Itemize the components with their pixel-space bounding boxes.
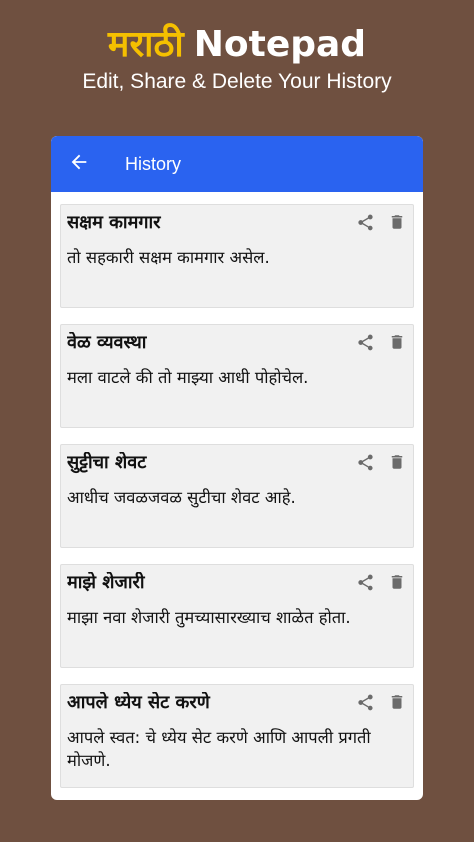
history-card-body: आपले स्वत: चे ध्येय सेट करणे आणि आपली प्… [67, 728, 371, 770]
card-actions [355, 572, 407, 592]
share-button[interactable] [355, 452, 375, 472]
delete-button[interactable] [387, 332, 407, 352]
history-card-body: माझा नवा शेजारी तुमच्यासारख्याच शाळेत हो… [67, 608, 351, 627]
share-icon [356, 453, 375, 472]
delete-button[interactable] [387, 452, 407, 472]
trash-icon [388, 333, 406, 351]
trash-icon [388, 213, 406, 231]
share-button[interactable] [355, 572, 375, 592]
trash-icon [388, 453, 406, 471]
history-card-body: मला वाटले की तो माझ्या आधी पोहोचेल. [67, 368, 309, 387]
trash-icon [388, 573, 406, 591]
back-button[interactable] [53, 136, 105, 192]
delete-button[interactable] [387, 572, 407, 592]
share-button[interactable] [355, 212, 375, 232]
delete-button[interactable] [387, 692, 407, 712]
history-list: सक्षम कामगार तो सहकारी सक्षम कामगार असेल… [60, 204, 414, 800]
history-card[interactable]: माझे शेजारी माझा नवा शेजारी तुमच्यासारख्… [60, 564, 414, 668]
history-card[interactable]: सक्षम कामगार तो सहकारी सक्षम कामगार असेल… [60, 204, 414, 308]
app-bar-title: History [125, 153, 182, 174]
arrow-left-icon [68, 151, 90, 178]
share-icon [356, 333, 375, 352]
history-card-body: तो सहकारी सक्षम कामगार असेल. [67, 248, 270, 267]
delete-button[interactable] [387, 212, 407, 232]
history-card-body: आधीच जवळजवळ सुटीचा शेवट आहे. [67, 488, 296, 507]
promo-subtitle: Edit, Share & Delete Your History [82, 70, 392, 93]
history-card[interactable]: आपले ध्येय सेट करणे आपले स्वत: चे ध्येय … [60, 684, 414, 788]
share-button[interactable] [355, 332, 375, 352]
promo-title-english: Notepad [193, 24, 367, 65]
card-actions [355, 212, 407, 232]
share-icon [356, 213, 375, 232]
history-card[interactable]: वेळ व्यवस्था मला वाटले की तो माझ्या आधी … [60, 324, 414, 428]
promo-title-marathi: मराठी [107, 24, 184, 65]
card-actions [355, 692, 407, 712]
phone-screen: History सक्षम कामगार तो सहकारी सक्षम काम… [51, 136, 423, 800]
share-icon [356, 693, 375, 712]
trash-icon [388, 693, 406, 711]
promo-title: मराठी Notepad [0, 18, 474, 67]
share-button[interactable] [355, 692, 375, 712]
card-actions [355, 452, 407, 472]
app-bar: History [51, 136, 423, 192]
history-card[interactable]: सुट्टीचा शेवट आधीच जवळजवळ सुटीचा शेवट आह… [60, 444, 414, 548]
card-actions [355, 332, 407, 352]
share-icon [356, 573, 375, 592]
